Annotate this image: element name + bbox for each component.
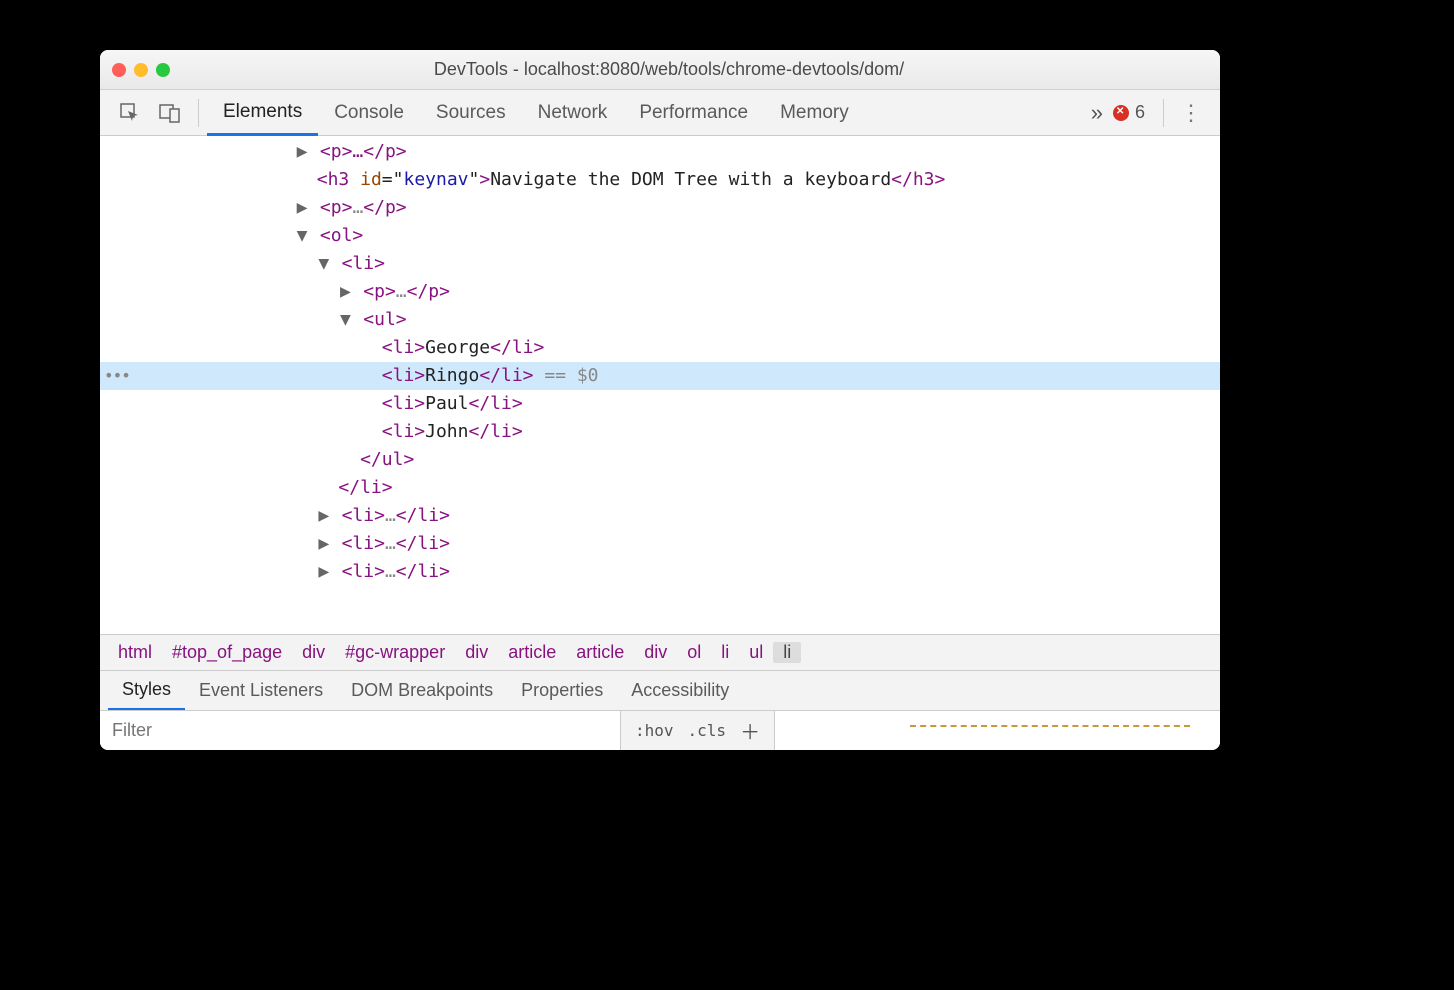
tab-sources[interactable]: Sources (420, 90, 522, 136)
tab-performance[interactable]: Performance (623, 90, 764, 136)
tree-row[interactable]: </li> (100, 474, 1220, 502)
tree-row[interactable]: ▶ <li>…</li> (100, 502, 1220, 530)
crumb-top-of-page[interactable]: #top_of_page (162, 642, 292, 663)
tab-network[interactable]: Network (522, 90, 624, 136)
separator (198, 99, 199, 127)
separator (1163, 99, 1164, 127)
tree-row[interactable]: ▶ <p>…</p> (100, 194, 1220, 222)
crumb-div[interactable]: div (292, 642, 335, 663)
tree-row[interactable]: <li>George</li> (100, 334, 1220, 362)
filter-input[interactable] (100, 711, 620, 750)
dom-tree[interactable]: ▶ <p>…</p> <h3 id="keynav">Navigate the … (100, 136, 1220, 634)
tree-row[interactable]: </ul> (100, 446, 1220, 474)
main-toolbar: Elements Console Sources Network Perform… (100, 90, 1220, 136)
styles-tools: :hov .cls ＋ (620, 711, 774, 750)
devtools-window: DevTools - localhost:8080/web/tools/chro… (100, 50, 1220, 750)
tree-row[interactable]: ▶ <li>…</li> (100, 530, 1220, 558)
more-menu-icon[interactable]: ⋮ (1180, 100, 1202, 126)
crumb-html[interactable]: html (108, 642, 162, 663)
tree-row[interactable]: <li>Paul</li> (100, 390, 1220, 418)
inspect-icon[interactable] (116, 99, 144, 127)
new-rule-button[interactable]: ＋ (740, 716, 760, 745)
crumb-ul[interactable]: ul (739, 642, 773, 663)
subtab-properties[interactable]: Properties (507, 671, 617, 711)
tab-console[interactable]: Console (318, 90, 420, 136)
tree-row[interactable]: ▶ <p>…</p> (100, 138, 1220, 166)
styles-tabbar: Styles Event Listeners DOM Breakpoints P… (100, 670, 1220, 710)
crumb-div[interactable]: div (455, 642, 498, 663)
overflow-tabs-button[interactable]: » (1091, 100, 1103, 126)
tree-row[interactable]: ▼ <li> (100, 250, 1220, 278)
crumb-ol[interactable]: ol (677, 642, 711, 663)
maximize-icon[interactable] (156, 63, 170, 77)
subtab-accessibility[interactable]: Accessibility (617, 671, 743, 711)
titlebar: DevTools - localhost:8080/web/tools/chro… (100, 50, 1220, 90)
device-toggle-icon[interactable] (156, 99, 184, 127)
traffic-lights (112, 63, 170, 77)
minimize-icon[interactable] (134, 63, 148, 77)
hov-toggle[interactable]: :hov (635, 721, 674, 740)
tree-row-selected[interactable]: ••• <li>Ringo</li> == $0 (100, 362, 1220, 390)
subtab-event-listeners[interactable]: Event Listeners (185, 671, 337, 711)
error-badge[interactable]: 6 (1113, 102, 1145, 123)
crumb-li-selected[interactable]: li (773, 642, 801, 663)
crumb-div[interactable]: div (634, 642, 677, 663)
error-count: 6 (1135, 102, 1145, 123)
crumb-li[interactable]: li (711, 642, 739, 663)
crumb-article[interactable]: article (566, 642, 634, 663)
tree-row[interactable]: ▶ <p>…</p> (100, 278, 1220, 306)
subtab-styles[interactable]: Styles (108, 671, 185, 711)
close-icon[interactable] (112, 63, 126, 77)
box-model-pane (774, 711, 1220, 750)
breadcrumb: html #top_of_page div #gc-wrapper div ar… (100, 634, 1220, 670)
tree-row[interactable]: <li>John</li> (100, 418, 1220, 446)
tab-memory[interactable]: Memory (764, 90, 865, 136)
tab-elements[interactable]: Elements (207, 90, 318, 136)
margin-outline (910, 725, 1190, 733)
tree-row[interactable]: <h3 id="keynav">Navigate the DOM Tree wi… (100, 166, 1220, 194)
tree-row[interactable]: ▼ <ul> (100, 306, 1220, 334)
cls-toggle[interactable]: .cls (688, 721, 727, 740)
tree-row[interactable]: ▼ <ol> (100, 222, 1220, 250)
styles-filter-bar: :hov .cls ＋ (100, 710, 1220, 750)
window-title: DevTools - localhost:8080/web/tools/chro… (190, 59, 1208, 80)
row-actions-icon[interactable]: ••• (104, 362, 130, 390)
tree-row[interactable]: ▶ <li>…</li> (100, 558, 1220, 586)
subtab-dom-breakpoints[interactable]: DOM Breakpoints (337, 671, 507, 711)
error-icon (1113, 105, 1129, 121)
crumb-gc-wrapper[interactable]: #gc-wrapper (335, 642, 455, 663)
crumb-article[interactable]: article (498, 642, 566, 663)
